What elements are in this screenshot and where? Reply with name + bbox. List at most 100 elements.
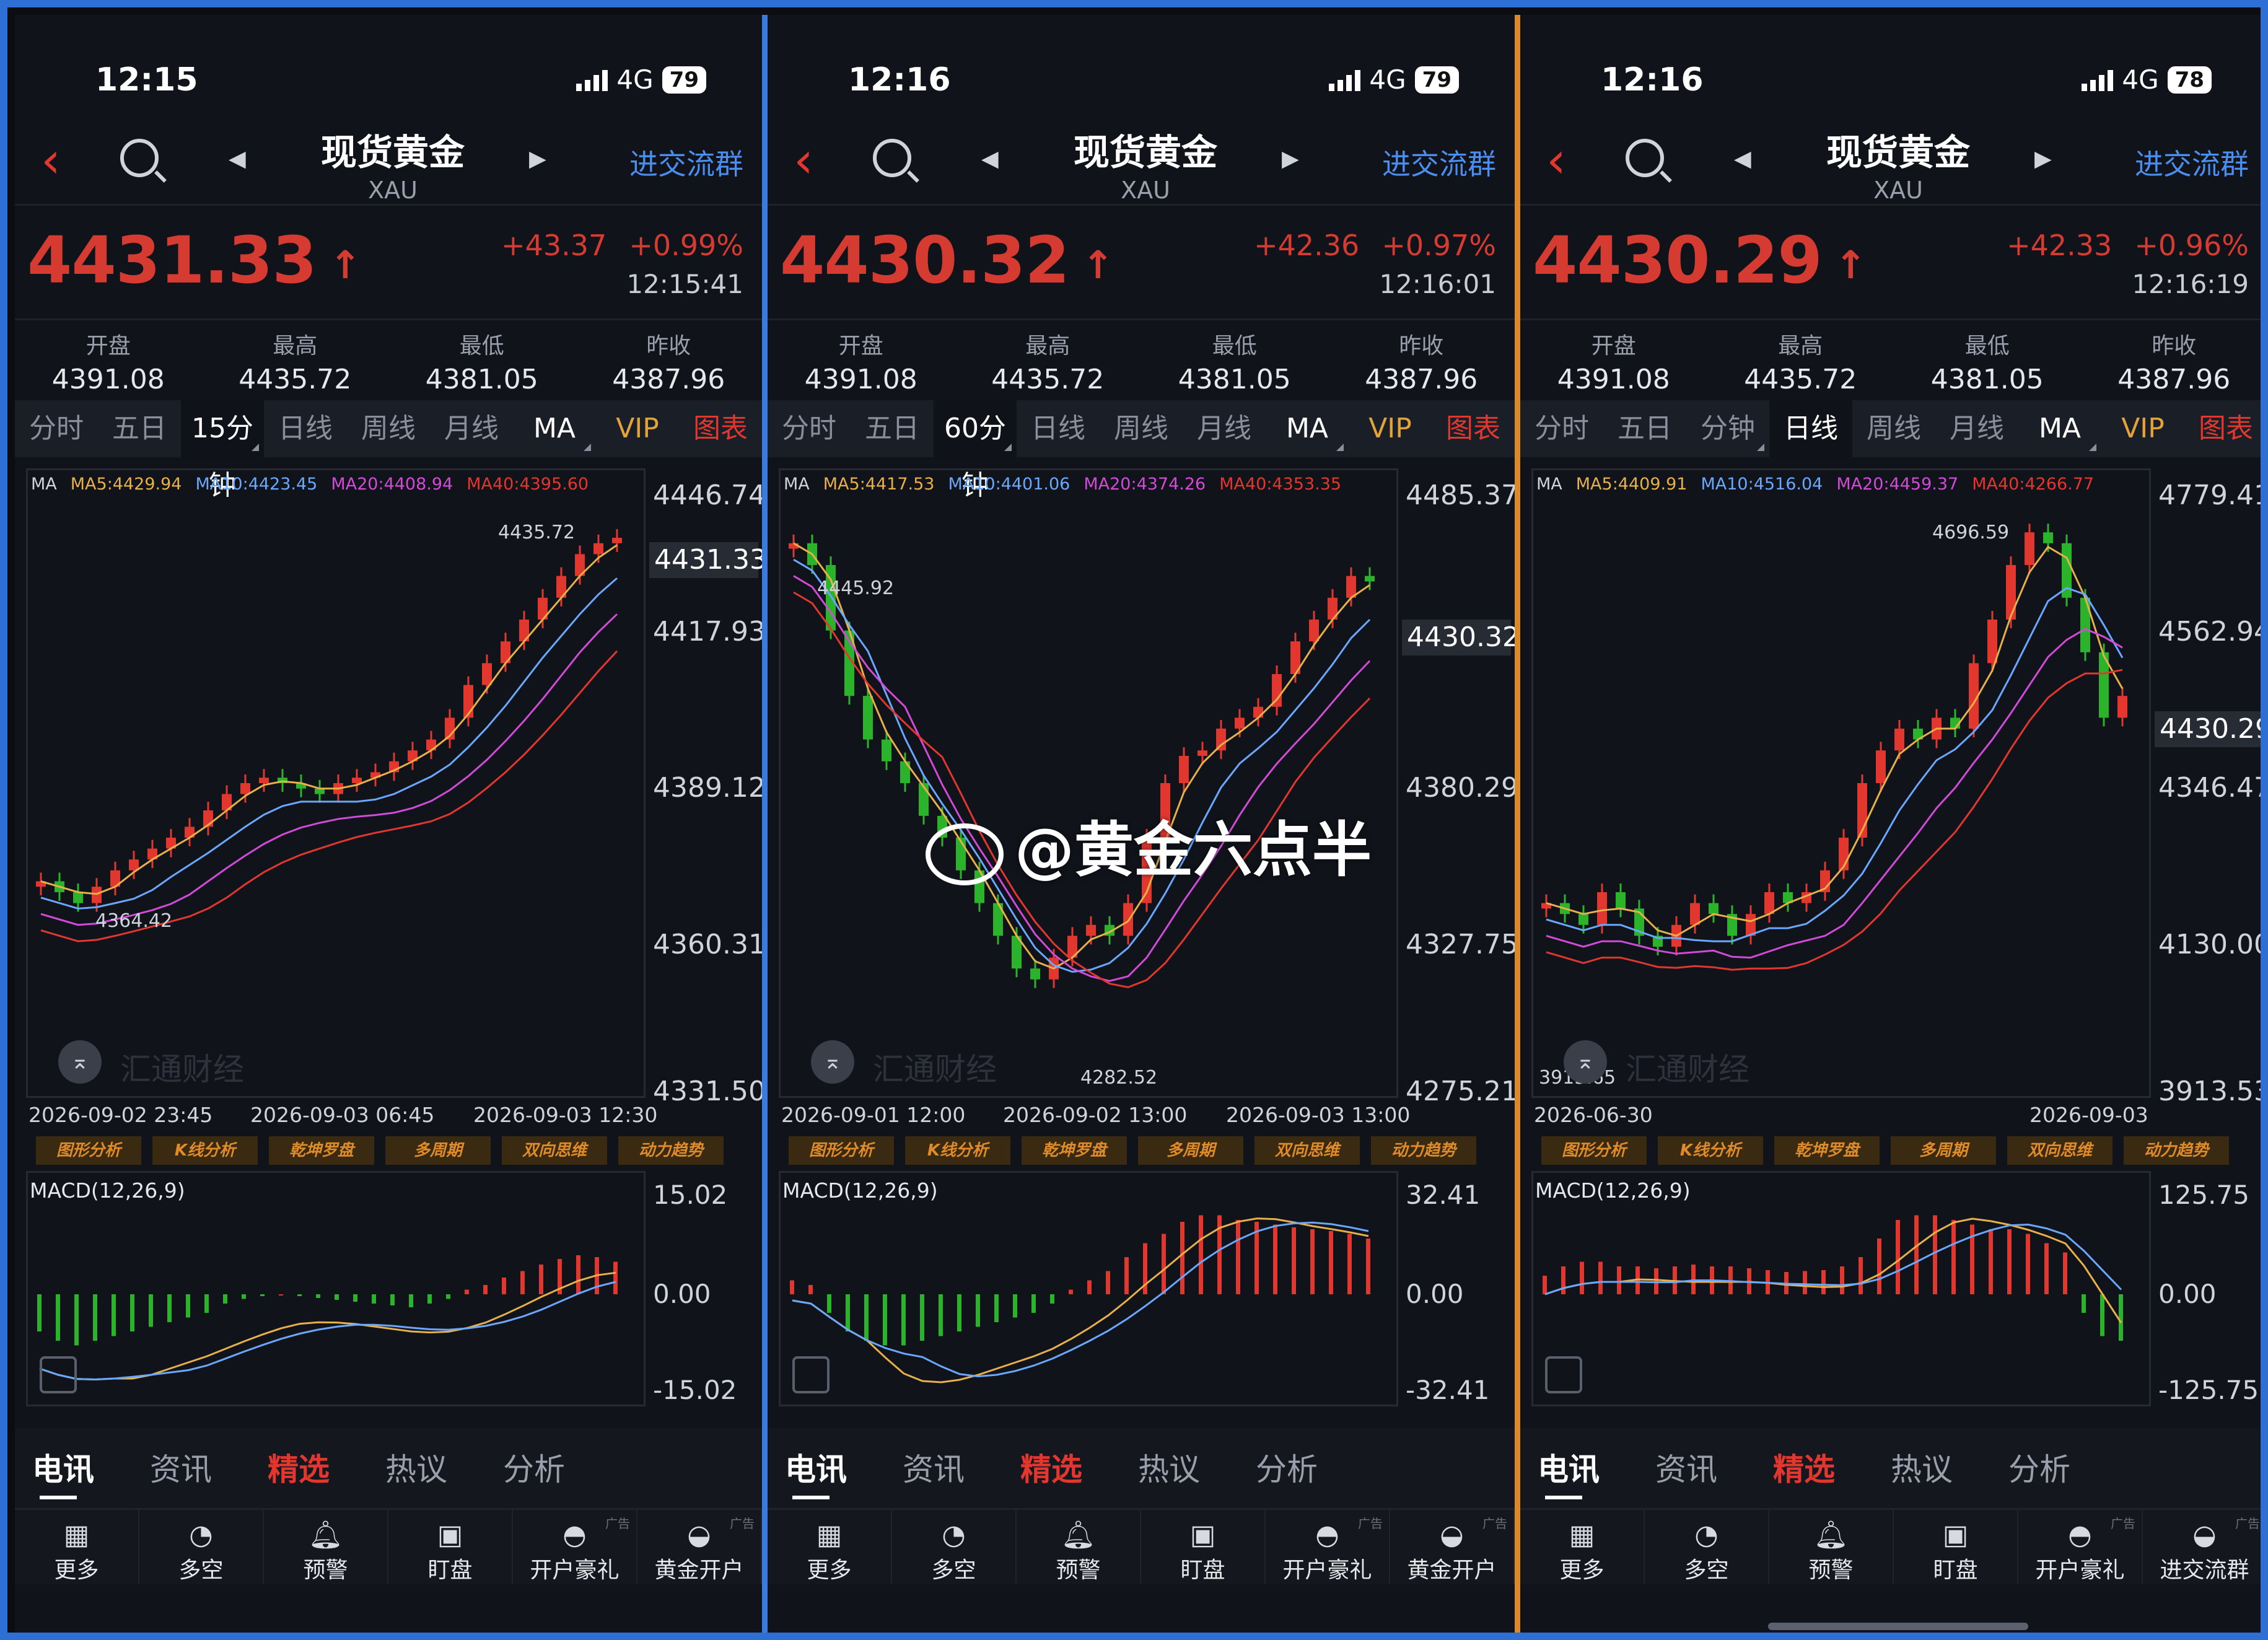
news-tab-1[interactable]: 资讯 <box>903 1445 965 1489</box>
join-group-link[interactable]: 进交流群 <box>1382 142 1496 183</box>
tab-4[interactable]: 周线 <box>347 400 430 457</box>
tab-0[interactable]: 分时 <box>15 400 98 457</box>
toolbar-gold[interactable]: ◒ 黄金开户 广告 <box>1390 1510 1515 1584</box>
tab-5[interactable]: 月线 <box>430 400 513 457</box>
news-tab-0[interactable]: 电讯 <box>785 1445 847 1489</box>
tab-8[interactable]: 图表 <box>2184 400 2261 457</box>
fullscreen-icon[interactable] <box>1545 1356 1582 1393</box>
tool-button[interactable]: 多周期 <box>1891 1136 1996 1165</box>
tab-4[interactable]: 周线 <box>1100 400 1183 457</box>
toolbar-bell[interactable]: 🔔︎ 预警 <box>1017 1510 1141 1584</box>
news-tab-0[interactable]: 电讯 <box>32 1445 94 1489</box>
tab-5[interactable]: 月线 <box>1935 400 2018 457</box>
fold-icon[interactable]: ⌅ <box>811 1040 854 1084</box>
join-group-link[interactable]: 进交流群 <box>629 142 743 183</box>
tab-1[interactable]: 五日 <box>851 400 934 457</box>
tool-button[interactable]: 乾坤罗盘 <box>269 1136 374 1165</box>
news-tab-3[interactable]: 热议 <box>1891 1445 1953 1489</box>
toolbar-grid[interactable]: ▦ 更多 <box>768 1510 892 1584</box>
news-tab-2[interactable]: 精选 <box>268 1445 330 1489</box>
toolbar-chart-window[interactable]: ▣ 盯盘 <box>388 1510 513 1584</box>
tab-5[interactable]: 月线 <box>1183 400 1266 457</box>
toolbar-bell[interactable]: 🔔︎ 预警 <box>1769 1510 1894 1584</box>
tool-button[interactable]: K线分析 <box>152 1136 258 1165</box>
news-tab-4[interactable]: 分析 <box>1256 1445 1318 1489</box>
tool-button[interactable]: 动力趋势 <box>618 1136 724 1165</box>
tab-7[interactable]: VIP <box>2101 400 2184 457</box>
fullscreen-icon[interactable] <box>792 1356 830 1393</box>
toolbar-trend[interactable]: ◔ 多空 <box>892 1510 1017 1584</box>
tab-2[interactable]: 60分钟 <box>934 400 1017 501</box>
tool-button[interactable]: 乾坤罗盘 <box>1022 1136 1127 1165</box>
tool-button[interactable]: 图形分析 <box>1541 1136 1647 1165</box>
tab-0[interactable]: 分时 <box>768 400 851 457</box>
tool-button[interactable]: K线分析 <box>1658 1136 1763 1165</box>
tab-3[interactable]: 日线 <box>264 400 347 457</box>
tab-1[interactable]: 五日 <box>98 400 181 457</box>
tool-button[interactable]: 动力趋势 <box>2124 1136 2229 1165</box>
tab-8[interactable]: 图表 <box>1432 400 1515 457</box>
news-tab-2[interactable]: 精选 <box>1020 1445 1082 1489</box>
toolbar-gift[interactable]: ◓ 开户豪礼 广告 <box>1266 1510 1390 1584</box>
tab-1[interactable]: 五日 <box>1603 400 1686 457</box>
toolbar-trend[interactable]: ◔ 多空 <box>1645 1510 1769 1584</box>
toolbar-gift[interactable]: ◓ 开户豪礼 广告 <box>513 1510 637 1584</box>
prev-instrument-icon[interactable]: ◀ <box>1734 146 1751 172</box>
tab-8[interactable]: 图表 <box>679 400 762 457</box>
next-instrument-icon[interactable]: ▶ <box>529 146 546 172</box>
tab-4[interactable]: 周线 <box>1852 400 1935 457</box>
tool-button[interactable]: 动力趋势 <box>1371 1136 1476 1165</box>
tool-button[interactable]: 双向思维 <box>1254 1136 1360 1165</box>
toolbar-gold[interactable]: ◒ 进交流群 广告 <box>2143 1510 2261 1584</box>
tool-button[interactable]: 图形分析 <box>789 1136 894 1165</box>
toolbar-gift[interactable]: ◓ 开户豪礼 广告 <box>2018 1510 2143 1584</box>
tab-6[interactable]: MA <box>1266 400 1349 457</box>
next-instrument-icon[interactable]: ▶ <box>2034 146 2052 172</box>
news-tab-3[interactable]: 热议 <box>385 1445 447 1489</box>
join-group-link[interactable]: 进交流群 <box>2135 142 2249 183</box>
tool-button[interactable]: 多周期 <box>1138 1136 1243 1165</box>
toolbar-chart-window[interactable]: ▣ 盯盘 <box>1141 1510 1266 1584</box>
toolbar-gold[interactable]: ◒ 黄金开户 广告 <box>637 1510 762 1584</box>
news-tab-0[interactable]: 电讯 <box>1538 1445 1600 1489</box>
back-icon[interactable]: ‹ <box>794 136 813 185</box>
tool-button[interactable]: K线分析 <box>905 1136 1010 1165</box>
tab-0[interactable]: 分时 <box>1520 400 1603 457</box>
prev-instrument-icon[interactable]: ◀ <box>981 146 999 172</box>
fullscreen-icon[interactable] <box>40 1356 77 1393</box>
tool-button[interactable]: 双向思维 <box>2007 1136 2113 1165</box>
toolbar-grid[interactable]: ▦ 更多 <box>15 1510 139 1584</box>
news-tab-2[interactable]: 精选 <box>1773 1445 1835 1489</box>
tab-3[interactable]: 日线 <box>1769 400 1852 457</box>
tab-6[interactable]: MA <box>2018 400 2101 457</box>
toolbar-grid[interactable]: ▦ 更多 <box>1520 1510 1645 1584</box>
back-icon[interactable]: ‹ <box>41 136 61 185</box>
tab-2[interactable]: 分钟 <box>1686 400 1769 457</box>
search-icon[interactable] <box>120 139 159 177</box>
search-icon[interactable] <box>1626 139 1664 177</box>
fold-icon[interactable]: ⌅ <box>1564 1040 1607 1084</box>
tab-3[interactable]: 日线 <box>1017 400 1100 457</box>
tab-2[interactable]: 15分钟 <box>181 400 264 501</box>
search-icon[interactable] <box>873 139 911 177</box>
tool-button[interactable]: 双向思维 <box>502 1136 607 1165</box>
news-tab-3[interactable]: 热议 <box>1138 1445 1200 1489</box>
fold-icon[interactable]: ⌅ <box>58 1040 102 1084</box>
tool-button[interactable]: 乾坤罗盘 <box>1774 1136 1880 1165</box>
next-instrument-icon[interactable]: ▶ <box>1282 146 1299 172</box>
tool-button[interactable]: 多周期 <box>385 1136 491 1165</box>
toolbar-chart-window[interactable]: ▣ 盯盘 <box>1894 1510 2018 1584</box>
back-icon[interactable]: ‹ <box>1546 136 1566 185</box>
toolbar-bell[interactable]: 🔔︎ 预警 <box>264 1510 388 1584</box>
news-tab-1[interactable]: 资讯 <box>150 1445 212 1489</box>
prev-instrument-icon[interactable]: ◀ <box>229 146 246 172</box>
tab-7[interactable]: VIP <box>596 400 679 457</box>
tool-button[interactable]: 图形分析 <box>36 1136 141 1165</box>
tab-7[interactable]: VIP <box>1349 400 1432 457</box>
news-tab-4[interactable]: 分析 <box>2008 1445 2070 1489</box>
tab-6[interactable]: MA <box>513 400 596 457</box>
news-tab-1[interactable]: 资讯 <box>1655 1445 1717 1489</box>
toolbar-trend[interactable]: ◔ 多空 <box>139 1510 264 1584</box>
home-indicator[interactable] <box>1768 1623 2028 1630</box>
news-tab-4[interactable]: 分析 <box>503 1445 565 1489</box>
